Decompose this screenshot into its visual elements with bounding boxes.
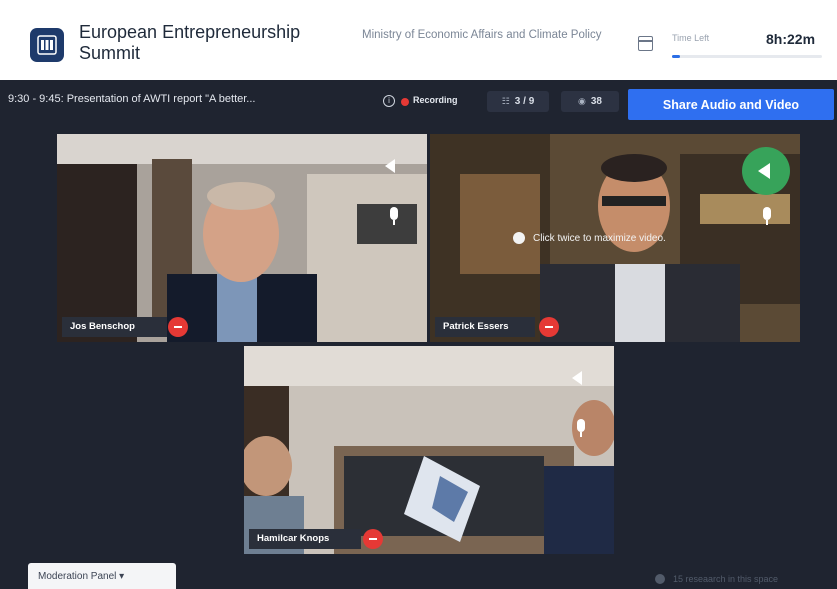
maximize-hint-text: Click twice to maximize video. <box>533 232 666 244</box>
viewers-badge[interactable]: ◉ 38 <box>561 91 619 112</box>
video-tile-3[interactable]: Hamilcar Knops <box>244 346 614 554</box>
chevron-down-icon: ▾ <box>119 571 125 582</box>
video-feed-3 <box>244 346 614 554</box>
event-title: European Entrepreneurship Summit <box>79 22 301 63</box>
time-left-label: Time Left <box>672 33 710 43</box>
attendees-note-text: 15 reseaarch in this space <box>673 574 779 584</box>
participants-count: 3 / 9 <box>514 96 535 107</box>
speaker-icon[interactable] <box>385 159 395 173</box>
recording-dot-icon <box>401 98 409 106</box>
people-icon <box>655 574 665 584</box>
share-audio-video-button[interactable]: Share Audio and Video <box>628 89 834 120</box>
participants-badge[interactable]: ☷ 3 / 9 <box>487 91 549 112</box>
header: European Entrepreneurship Summit Ministr… <box>0 0 837 80</box>
hint-icon <box>513 232 525 244</box>
maximize-hint: Click twice to maximize video. <box>513 232 666 244</box>
ministry-name: Ministry of Economic Affairs and Climate… <box>362 29 602 41</box>
calendar-icon <box>638 36 653 51</box>
mute-icon[interactable] <box>539 317 559 337</box>
moderation-panel-label: Moderation Panel <box>38 571 117 582</box>
active-speaker-icon[interactable] <box>742 147 790 195</box>
mic-icon[interactable] <box>390 207 398 225</box>
moderation-panel-button[interactable]: Moderation Panel ▾ <box>28 563 176 589</box>
time-progress-bar <box>672 55 822 58</box>
mute-icon[interactable] <box>168 317 188 337</box>
participant-name-tag: Patrick Essers <box>435 317 535 337</box>
attendees-note: 15 reseaarch in this space <box>655 574 778 584</box>
building-icon <box>37 35 57 55</box>
time-left-value: 8h:22m <box>766 31 816 47</box>
participant-name-tag: Jos Benschop <box>62 317 167 337</box>
mic-icon[interactable] <box>577 419 585 437</box>
users-icon: ☷ <box>501 96 510 106</box>
recording-label: Recording <box>413 95 458 105</box>
mic-icon[interactable] <box>763 207 771 225</box>
video-feed-1 <box>57 134 427 342</box>
info-icon[interactable]: i <box>383 95 395 107</box>
summit-logo <box>30 28 64 62</box>
viewers-count: 38 <box>590 96 602 107</box>
eye-icon: ◉ <box>578 96 586 106</box>
session-title[interactable]: 9:30 - 9:45: Presentation of AWTI report… <box>8 93 255 105</box>
mute-icon[interactable] <box>363 529 383 549</box>
video-tile-1[interactable]: Jos Benschop <box>57 134 427 342</box>
time-progress-fill <box>672 55 680 58</box>
speaker-icon[interactable] <box>572 371 582 385</box>
participant-name-tag: Hamilcar Knops <box>249 529 361 549</box>
